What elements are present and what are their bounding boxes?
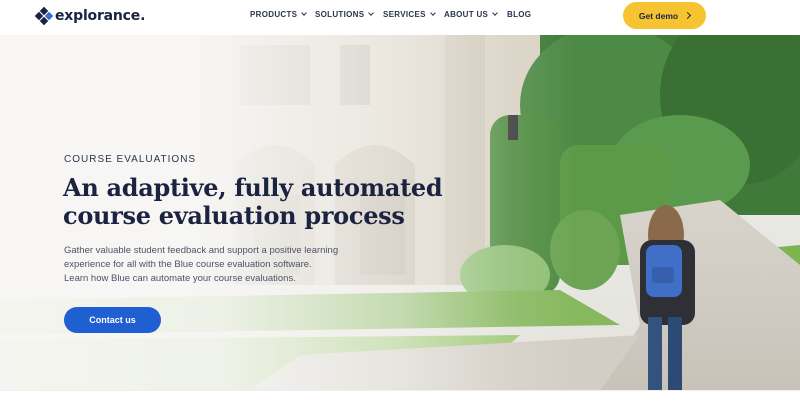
nav-item-services[interactable]: SERVICES (383, 10, 436, 19)
description-line: Learn how Blue can automate your course … (64, 273, 296, 284)
hero-description: Gather valuable student feedback and sup… (64, 244, 394, 286)
chevron-down-icon (301, 10, 308, 16)
contact-us-button[interactable]: Contact us (64, 307, 161, 333)
nav-item-about-us[interactable]: ABOUT US (444, 10, 499, 19)
nav-item-label: PRODUCTS (250, 10, 298, 19)
get-demo-button[interactable]: Get demo (623, 2, 706, 29)
below-fold-strip (0, 390, 800, 403)
nav-item-products[interactable]: PRODUCTS (250, 10, 308, 19)
site-header: explorance. PRODUCTS SOLUTIONS SERVICES … (0, 0, 800, 35)
nav-item-label: ABOUT US (444, 10, 489, 19)
hero-eyebrow: COURSE EVALUATIONS (64, 154, 197, 165)
description-line: Gather valuable student feedback and sup… (64, 245, 339, 256)
nav-item-solutions[interactable]: SOLUTIONS (315, 10, 375, 19)
chevron-down-icon (429, 10, 436, 16)
hero-section: COURSE EVALUATIONS An adaptive, fully au… (0, 35, 800, 390)
description-line: experience for all with the Blue course … (64, 259, 312, 270)
nav-item-label: SOLUTIONS (315, 10, 365, 19)
get-demo-label: Get demo (638, 10, 679, 21)
hero-headline: An adaptive, fully automated course eval… (63, 174, 483, 230)
chevron-down-icon (492, 10, 499, 16)
nav-item-blog[interactable]: BLOG (507, 10, 531, 19)
nav-item-label: SERVICES (383, 10, 426, 19)
chevron-down-icon (368, 10, 375, 16)
headline-line: course evaluation process (63, 201, 405, 230)
headline-line: An adaptive, fully automated (63, 173, 443, 202)
nav-item-label: BLOG (507, 10, 532, 19)
chevron-right-icon (684, 11, 692, 20)
